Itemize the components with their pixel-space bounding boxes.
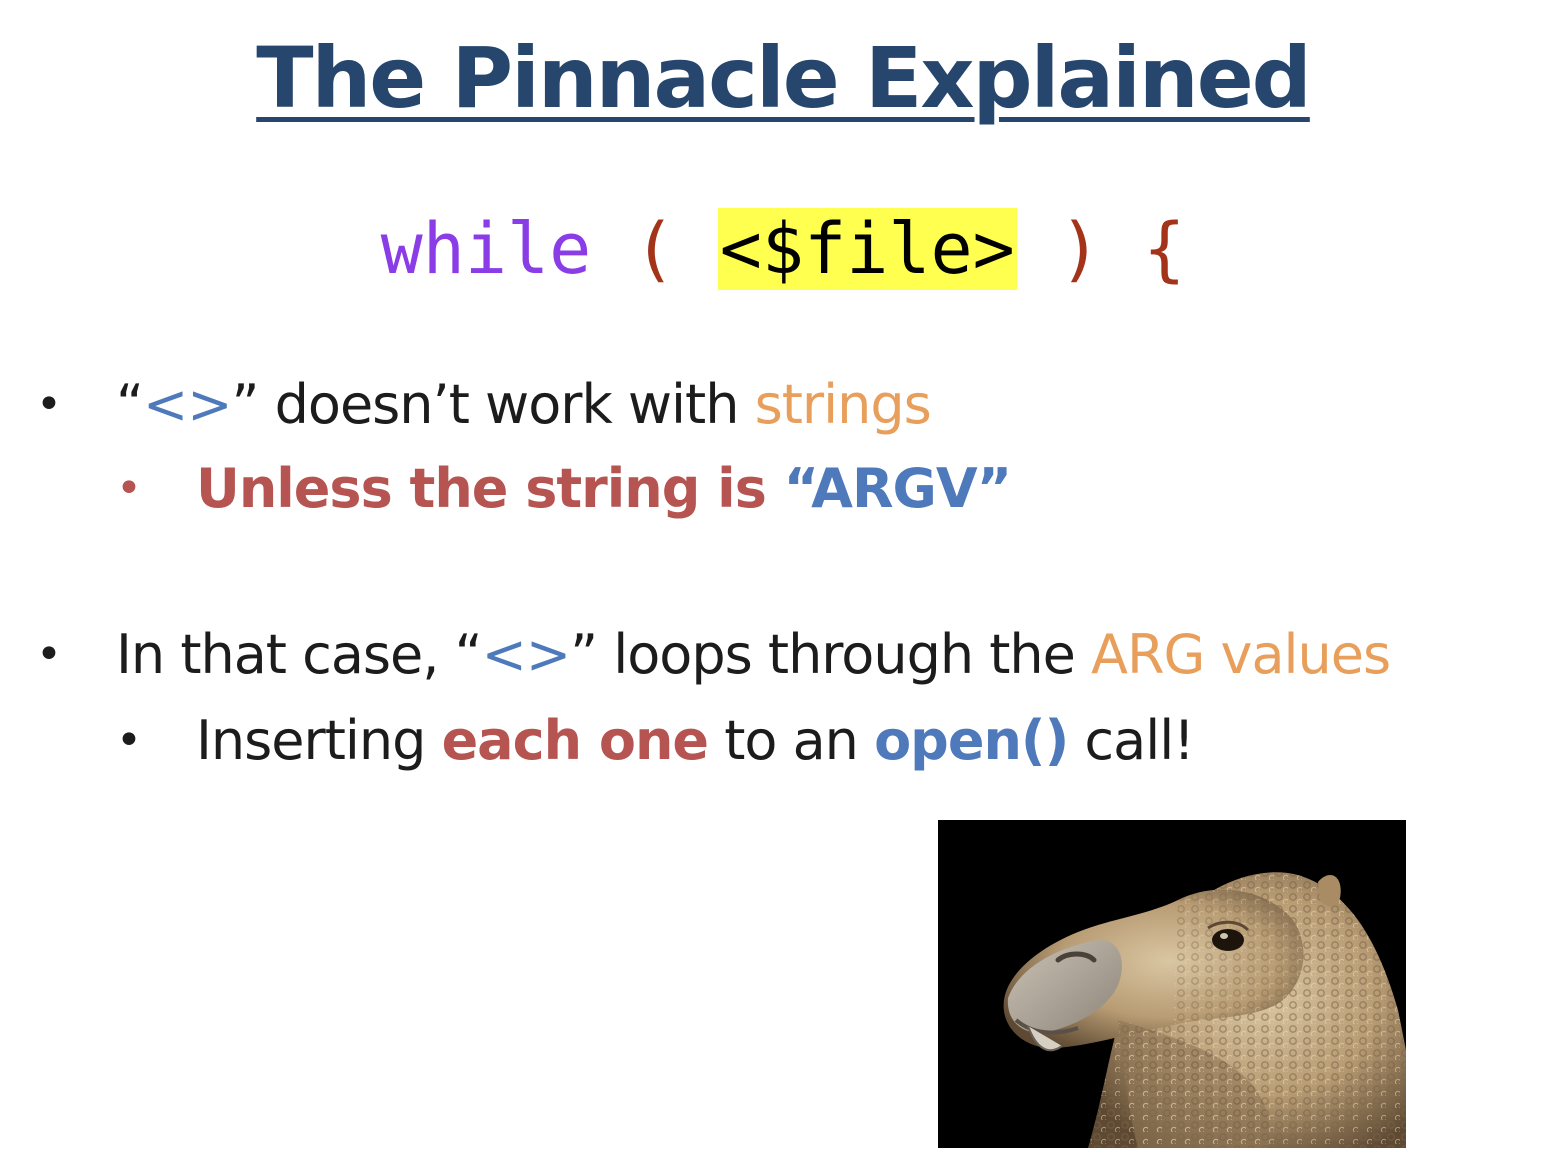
bullet-2-sub-red: each one [441,709,709,772]
bullet-dot: • [36,629,62,680]
quote-open: “ [116,373,144,436]
bullet-dot: • [116,463,142,514]
bullet-dot: • [36,379,62,430]
diamond-operator: <> [142,373,232,436]
bullet-2-post: ” loops through the [570,623,1092,686]
bullet-dot: • [116,715,142,766]
bullet-2-sub-post: call! [1068,709,1194,772]
camel-image [938,820,1406,1148]
slide-title: The Pinnacle Explained [256,29,1312,127]
bullet-2-accent: ARG values [1091,623,1391,686]
code-snippet: while ( <$file> ) { [0,200,1566,298]
camel-illustration [938,820,1406,1148]
code-close: ) { [1058,208,1186,290]
quote-close: ” [231,373,259,436]
code-highlight: <$file> [717,208,1017,290]
bullet-2-sub-blue: open() [874,709,1069,772]
bullet-2-sub-pre: Inserting [196,709,442,772]
slide: The Pinnacle Explained while ( <$file> )… [0,0,1566,1170]
bullet-1-accent: strings [754,373,932,436]
code-keyword: while [380,208,592,290]
bullet-2-sub-mid: to an [708,709,875,772]
diamond-operator: <> [481,623,571,686]
code-open-paren: ( [633,208,676,290]
bullet-1-sub-accent: “ARGV” [783,457,1013,520]
bullet-1-sub-text: Unless the string is [196,457,784,520]
bullet-1-text: doesn’t work with [258,373,755,436]
bullet-2-pre: In that case, “ [116,623,483,686]
